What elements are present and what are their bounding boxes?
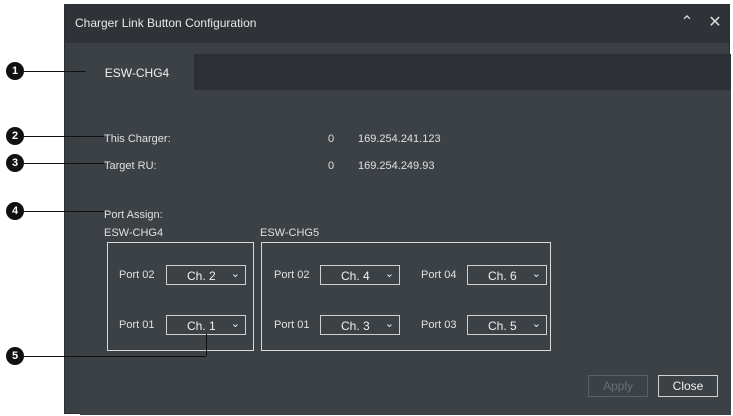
dialog-title: Charger Link Button Configuration [75, 16, 257, 30]
callout-2: 2 [6, 127, 24, 145]
callout-1: 1 [6, 62, 24, 80]
chg5-port04-select[interactable]: Ch. 6 ⌄ [467, 265, 547, 285]
close-icon[interactable]: ✕ [705, 13, 725, 33]
callout-4: 4 [6, 202, 24, 220]
chg5-port03-label: Port 03 [421, 319, 457, 331]
chg5-port02-value: Ch. 4 [341, 269, 370, 283]
chevron-down-icon: ⌄ [384, 318, 394, 330]
chg5-port01-label: Port 01 [274, 319, 310, 331]
callout-4-leader [24, 211, 104, 212]
callout-5-leader [24, 356, 206, 357]
callout-3: 3 [6, 154, 24, 172]
callout-3-leader [24, 163, 104, 164]
group-chg5-title: ESW-CHG5 [260, 227, 320, 239]
group-chg4-title: ESW-CHG4 [104, 227, 164, 239]
chg5-port01-value: Ch. 3 [341, 319, 370, 333]
chg4-port02-value: Ch. 2 [187, 269, 216, 283]
chg4-port01-value: Ch. 1 [187, 319, 216, 333]
tab-bar: ESW-CHG4 [80, 54, 731, 90]
dialog-window: Charger Link Button Configuration ⌃ ✕ ES… [64, 4, 731, 415]
title-bar: Charger Link Button Configuration ⌃ ✕ [65, 5, 729, 43]
callout-5-leader-vertical [206, 334, 207, 356]
chg5-port02-label: Port 02 [274, 269, 310, 281]
chg4-port02-label: Port 02 [119, 269, 155, 281]
target-ru-ip: 169.254.249.93 [358, 160, 435, 172]
target-ru-number: 0 [328, 160, 335, 172]
chg5-port01-select[interactable]: Ch. 3 ⌄ [320, 315, 400, 335]
port-assign-label: Port Assign: [104, 209, 163, 221]
this-charger-number: 0 [328, 133, 335, 145]
tab-esw-chg4[interactable]: ESW-CHG4 [80, 54, 194, 90]
this-charger-ip: 169.254.241.123 [358, 133, 441, 145]
chevron-down-icon: ⌄ [230, 268, 240, 280]
tab-panel: This Charger: 0 169.254.241.123 Target R… [80, 90, 731, 415]
apply-button[interactable]: Apply [588, 375, 648, 397]
chevron-down-icon: ⌄ [531, 318, 541, 330]
chg5-port03-select[interactable]: Ch. 5 ⌄ [467, 315, 547, 335]
collapse-icon[interactable]: ⌃ [677, 13, 697, 33]
callout-5: 5 [6, 347, 24, 365]
chg5-port03-value: Ch. 5 [488, 319, 517, 333]
chg5-port02-select[interactable]: Ch. 4 ⌄ [320, 265, 400, 285]
chevron-down-icon: ⌄ [531, 268, 541, 280]
chg4-port02-select[interactable]: Ch. 2 ⌄ [166, 265, 246, 285]
chg4-port01-select[interactable]: Ch. 1 ⌄ [166, 315, 246, 335]
chg5-port04-label: Port 04 [421, 269, 457, 281]
chg5-port04-value: Ch. 6 [488, 269, 517, 283]
chevron-down-icon: ⌄ [230, 318, 240, 330]
close-button[interactable]: Close [658, 375, 718, 397]
target-ru-label: Target RU: [104, 160, 157, 172]
chevron-down-icon: ⌄ [384, 268, 394, 280]
this-charger-label: This Charger: [104, 133, 171, 145]
callout-2-leader [24, 136, 104, 137]
callout-1-leader [24, 71, 86, 72]
chg4-port01-label: Port 01 [119, 319, 155, 331]
